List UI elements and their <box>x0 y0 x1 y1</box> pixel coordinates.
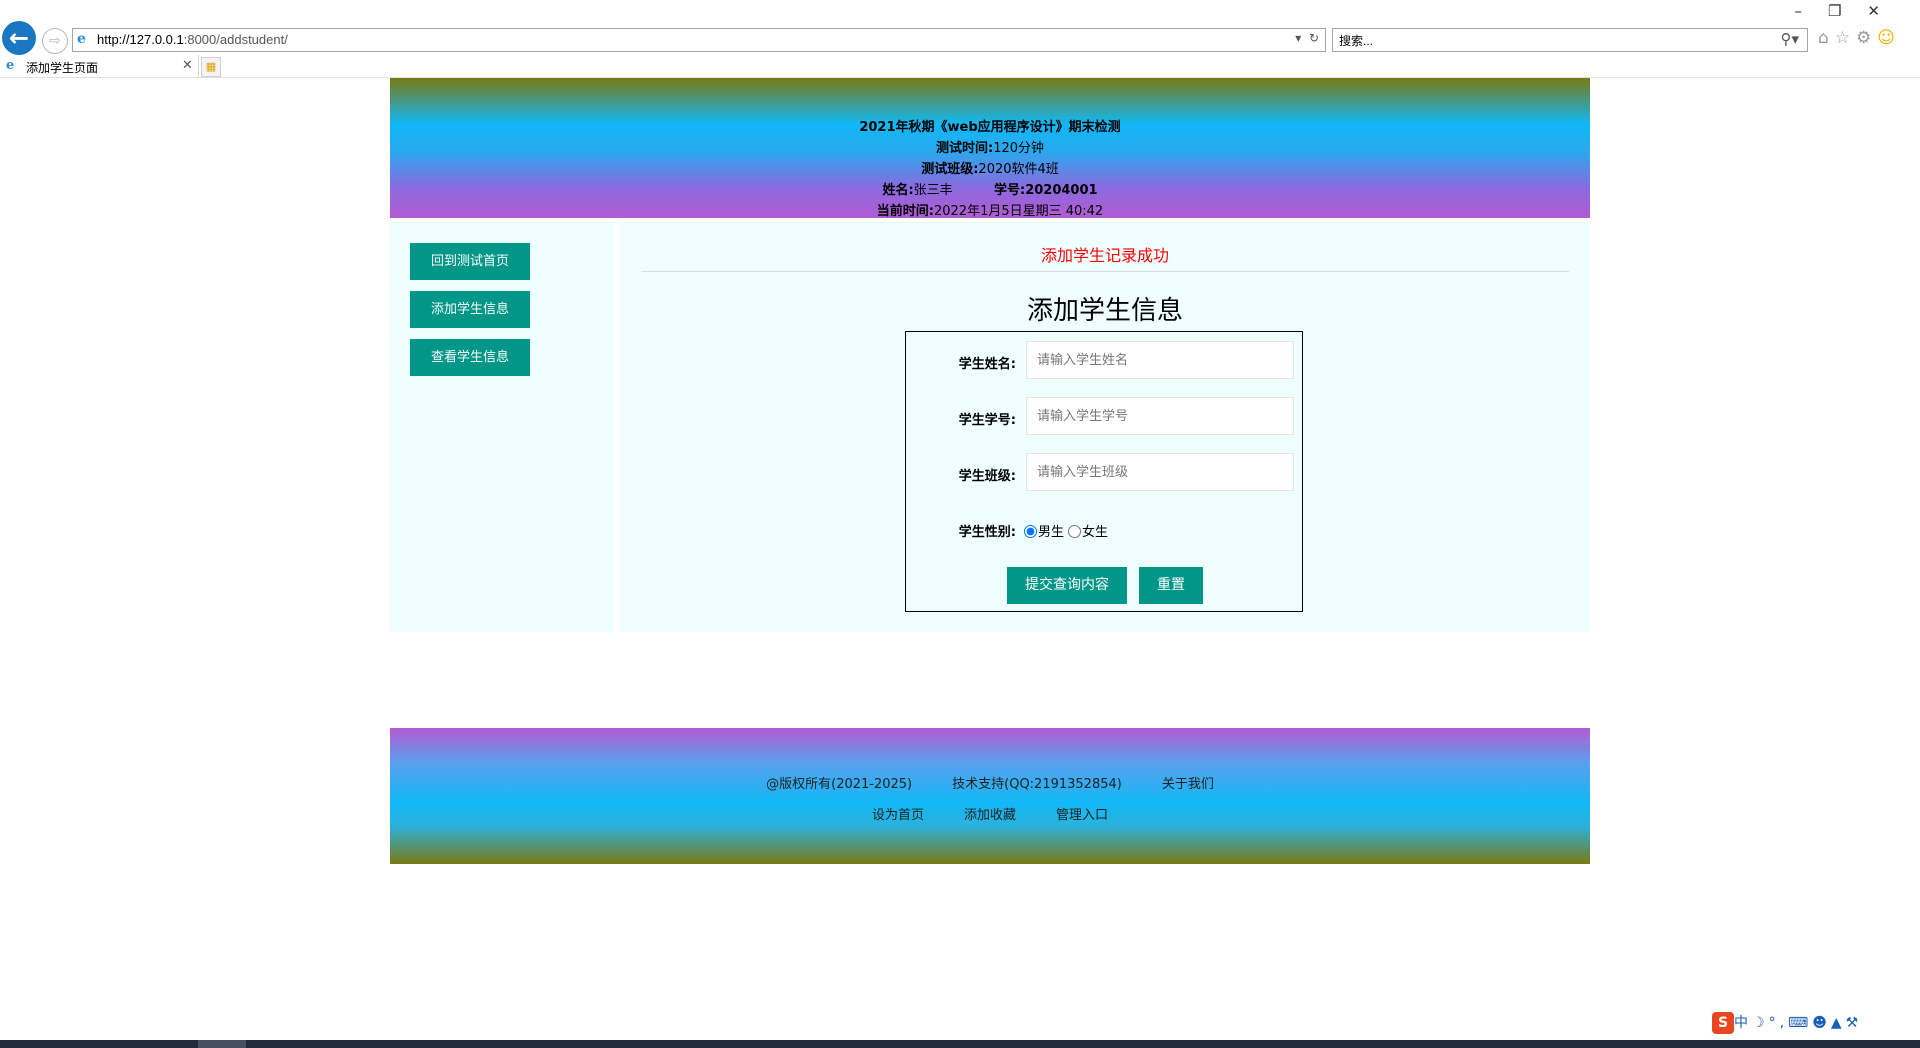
support-text: 技术支持(QQ:2191352854) <box>952 777 1122 792</box>
sidebar: 回到测试首页 添加学生信息 查看学生信息 <box>390 222 614 632</box>
set-home-link[interactable]: 设为首页 <box>872 804 924 823</box>
sidebar-item-add-student[interactable]: 添加学生信息 <box>410 291 530 328</box>
copyright-text: @版权所有(2021-2025) <box>766 777 913 792</box>
refresh-icon[interactable]: ↻ <box>1309 31 1319 45</box>
home-icon[interactable]: ⌂ <box>1818 28 1835 48</box>
restore-icon[interactable]: ❐ <box>1828 2 1867 20</box>
admin-link[interactable]: 管理入口 <box>1056 804 1108 823</box>
browser-tab[interactable]: e 添加学生页面 ✕ <box>0 55 199 77</box>
address-bar[interactable]: e http://127.0.0.1:8000/addstudent/ ▾ ↻ <box>72 28 1326 52</box>
submit-button[interactable]: 提交查询内容 <box>1007 567 1127 604</box>
gender-radio-group: 男生 女生 <box>1024 521 1108 540</box>
success-message: 添加学生记录成功 <box>1040 246 1169 265</box>
close-window-icon[interactable]: ✕ <box>1867 2 1906 20</box>
current-time: 当前时间:2022年1月5日星期三 40:42 <box>876 204 1104 219</box>
shirt-icon[interactable]: ▲ <box>1831 1015 1846 1031</box>
class-label: 学生班级: <box>958 469 1016 484</box>
browser-chrome: ← ⇨ e http://127.0.0.1:8000/addstudent/ … <box>0 0 1920 78</box>
add-student-form: 学生姓名: 学生学号: 学生班级: 学生性别: 男生 女生 提交查询内容 重置 <box>905 331 1303 612</box>
ime-toolbar: S 中☽°,⌨☻▲⚒ <box>1712 1012 1902 1040</box>
new-tab-icon[interactable]: ▦ <box>201 57 221 77</box>
exam-class: 测试班级:2020软件4班 <box>921 162 1059 177</box>
sidebar-item-home[interactable]: 回到测试首页 <box>410 243 530 280</box>
search-box[interactable]: 搜索... ⚲▾ <box>1332 28 1808 52</box>
gender-female-radio[interactable] <box>1068 525 1082 538</box>
favorites-star-icon[interactable]: ☆ <box>1835 28 1856 48</box>
smiley-feedback-icon[interactable]: ☺ <box>1877 28 1901 48</box>
footer-row-1: @版权所有(2021-2025) 技术支持(QQ:2191352854) 关于我们 <box>390 773 1590 792</box>
gender-male-label: 男生 <box>1038 525 1065 540</box>
url-host: http://127.0.0.1 <box>97 32 184 47</box>
exam-title: 2021年秋期《web应用程序设计》期末检测 <box>859 120 1121 135</box>
address-url[interactable]: http://127.0.0.1:8000/addstudent/ <box>97 32 288 47</box>
page-header: 2021年秋期《web应用程序设计》期末检测 测试时间:120分钟 测试班级:2… <box>390 78 1590 219</box>
main-content: 添加学生记录成功 添加学生信息 学生姓名: 学生学号: 学生班级: 学生性别: … <box>620 222 1590 632</box>
search-icon[interactable]: ⚲▾ <box>1780 30 1799 48</box>
sidebar-item-view-students[interactable]: 查看学生信息 <box>410 339 530 376</box>
form-title: 添加学生信息 <box>1026 296 1183 326</box>
footer-row-2: 设为首页 添加收藏 管理入口 <box>390 804 1590 823</box>
wrench-icon[interactable]: ⚒ <box>1846 1015 1863 1031</box>
student-class-input[interactable] <box>1026 453 1294 491</box>
user-icon[interactable]: ☻ <box>1812 1015 1831 1031</box>
gender-male-radio[interactable] <box>1024 525 1037 538</box>
keyboard-icon[interactable]: ⌨ <box>1788 1015 1812 1031</box>
student-name-input[interactable] <box>1026 341 1294 379</box>
taskbar <box>0 1040 1920 1048</box>
gender-label: 学生性别: <box>958 525 1016 540</box>
gender-female-label: 女生 <box>1082 525 1109 540</box>
page-footer: @版权所有(2021-2025) 技术支持(QQ:2191352854) 关于我们 … <box>390 728 1590 864</box>
exam-duration: 测试时间:120分钟 <box>935 141 1045 156</box>
name-label: 学生姓名: <box>958 357 1016 372</box>
tab-title: 添加学生页面 <box>26 61 99 75</box>
minimize-icon[interactable]: – <box>1794 2 1828 20</box>
url-path: :8000/addstudent/ <box>183 32 288 47</box>
id-label: 学生学号: <box>958 413 1016 428</box>
about-link[interactable]: 关于我们 <box>1162 773 1214 792</box>
ie-tab-icon: e <box>6 58 15 73</box>
student-id-input[interactable] <box>1026 397 1294 435</box>
add-favorite-link[interactable]: 添加收藏 <box>964 804 1016 823</box>
tab-close-icon[interactable]: ✕ <box>182 58 193 73</box>
divider <box>641 271 1569 272</box>
forward-arrow-icon[interactable]: ⇨ <box>42 28 68 54</box>
punctuation-icon[interactable]: °, <box>1769 1015 1788 1031</box>
student-info: 姓名:张三丰 学号:20204001 <box>882 183 1098 198</box>
dropdown-arrow-icon[interactable]: ▾ <box>1295 31 1301 45</box>
ie-page-icon: e <box>77 31 86 47</box>
sogou-ime-icon[interactable]: S <box>1712 1012 1734 1034</box>
back-arrow-icon[interactable]: ← <box>2 21 36 55</box>
gear-icon[interactable]: ⚙ <box>1856 28 1877 48</box>
moon-icon[interactable]: ☽ <box>1752 1015 1769 1031</box>
ime-mode-label[interactable]: 中 <box>1734 1015 1752 1031</box>
reset-button[interactable]: 重置 <box>1139 567 1203 604</box>
search-input[interactable]: 搜索... <box>1339 32 1373 49</box>
taskbar-item[interactable] <box>198 1040 246 1048</box>
